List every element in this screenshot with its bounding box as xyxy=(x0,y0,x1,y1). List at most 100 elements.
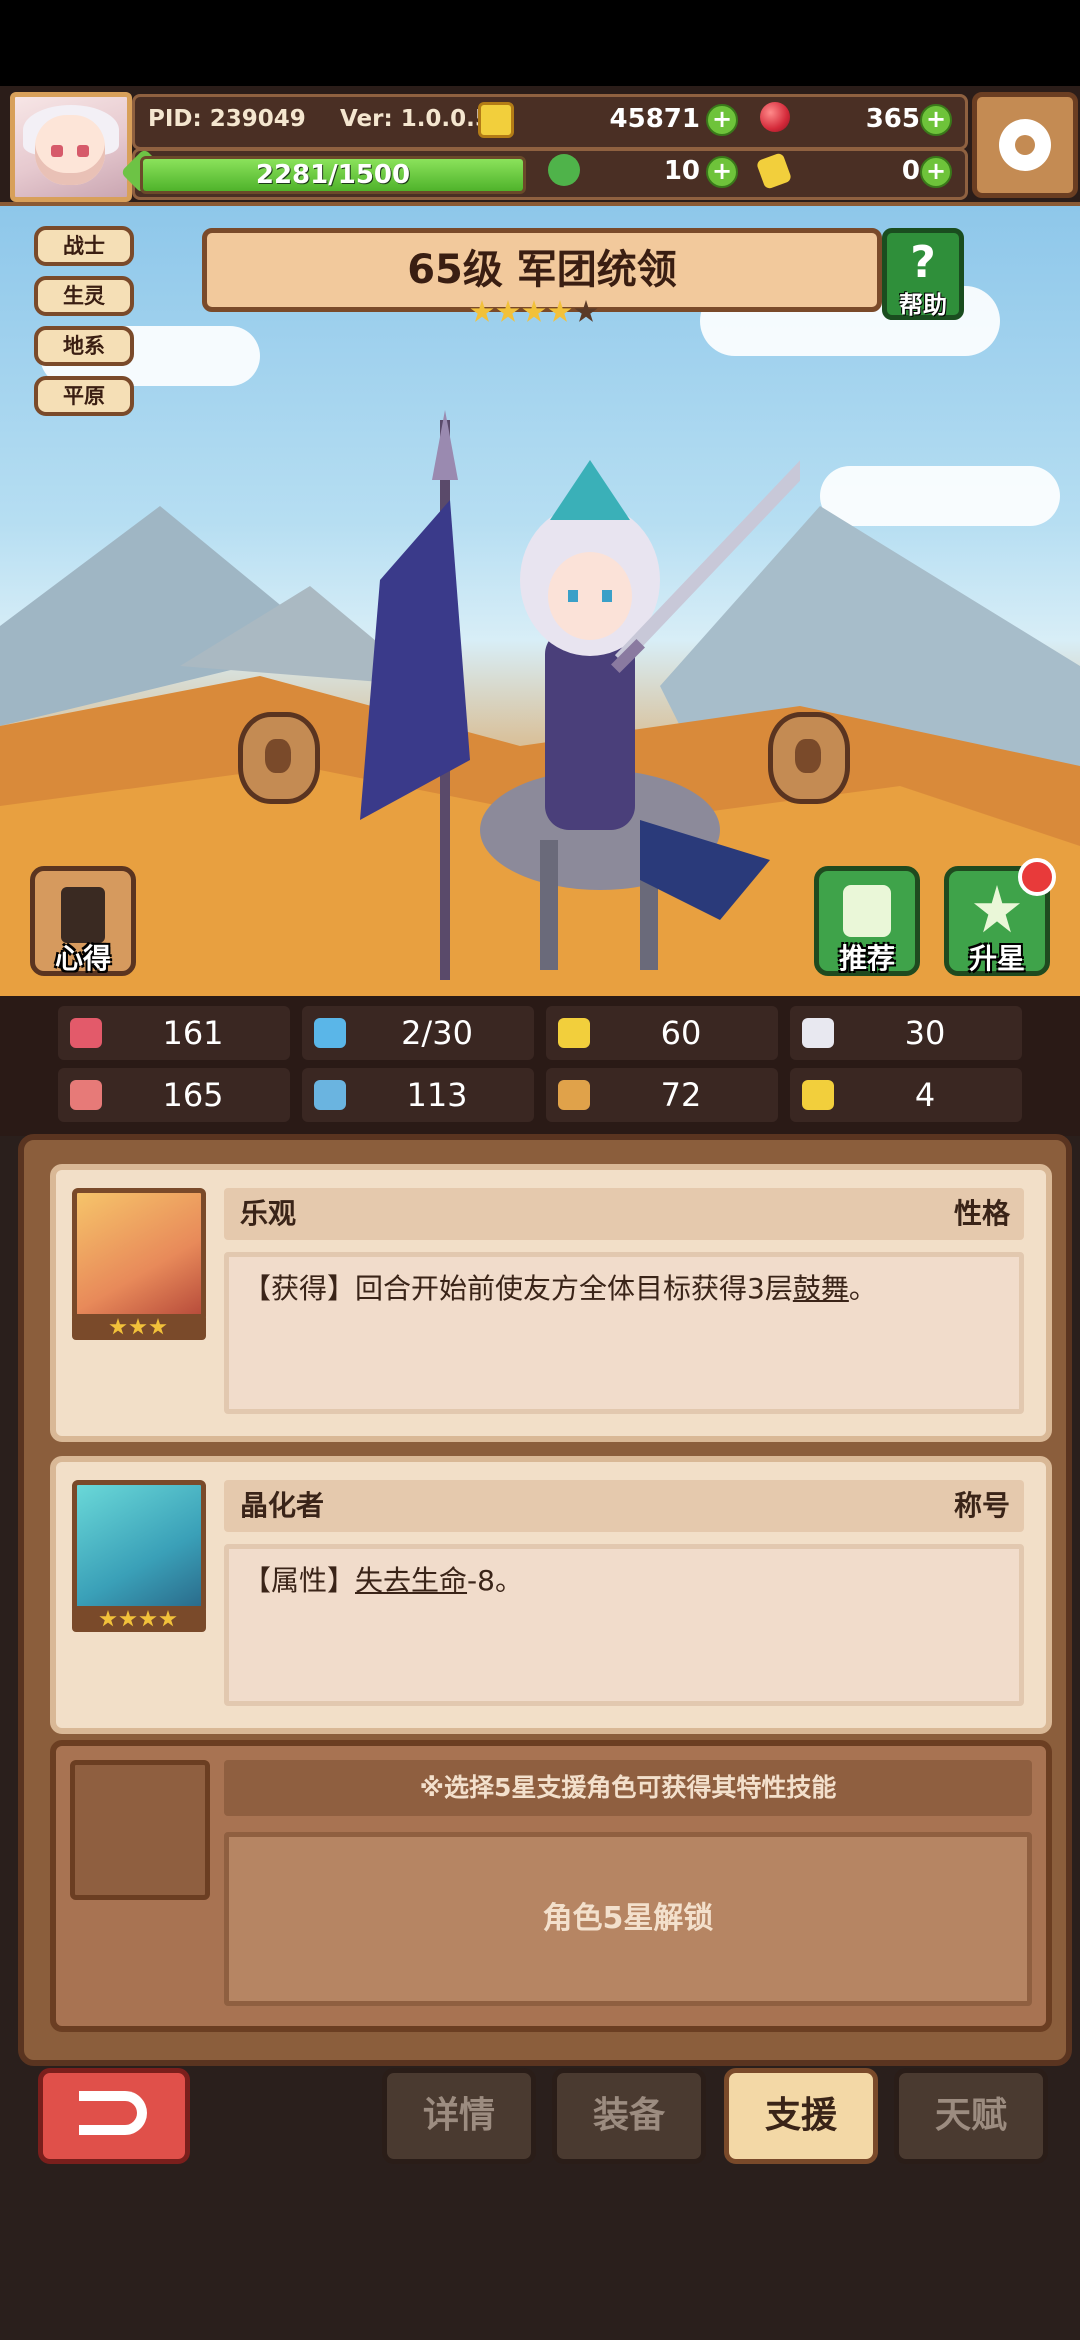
trait-card[interactable]: 乐观 性格 【获得】回合开始前使友方全体目标获得3层鼓舞。 xyxy=(50,1164,1052,1442)
add-ruby-button[interactable]: + xyxy=(920,104,952,136)
stat-value: 60 xyxy=(660,1014,702,1052)
ruby-amount: 365 xyxy=(865,104,920,134)
trait-type: 性格 xyxy=(953,1197,1010,1230)
stats-panel: 161 2/30 60 30 165 113 72 4 xyxy=(0,996,1080,1136)
stat-magic: 113 xyxy=(302,1068,534,1122)
recommend-label: 推荐 xyxy=(838,942,895,975)
banner-icon xyxy=(558,1080,590,1110)
title-name: 晶化者 xyxy=(240,1489,325,1522)
star-icon xyxy=(149,1318,167,1335)
fist-icon xyxy=(70,1080,102,1110)
card-name-bar: 晶化者 称号 xyxy=(224,1480,1024,1532)
stat-energy: 2/30 xyxy=(302,1006,534,1060)
star-icon xyxy=(129,1318,147,1335)
tab-talent[interactable]: 天赋 xyxy=(894,2068,1048,2164)
title-description: 【属性】失去生命-8。 xyxy=(224,1544,1024,1706)
locked-message: 角色5星解锁 xyxy=(224,1832,1032,2006)
card-name-bar: 乐观 性格 xyxy=(224,1188,1024,1240)
notes-button[interactable]: 心得 xyxy=(30,866,136,976)
stat-command: 72 xyxy=(546,1068,778,1122)
tab-equipment[interactable]: 装备 xyxy=(552,2068,706,2164)
support-portrait[interactable] xyxy=(72,1188,206,1322)
horseshoe-icon xyxy=(802,1080,834,1110)
star-icon xyxy=(574,300,598,322)
thumbs-up-icon xyxy=(843,885,891,937)
back-button[interactable] xyxy=(38,2068,190,2164)
stat-value: 72 xyxy=(660,1076,702,1114)
star-icon xyxy=(99,1610,117,1627)
version-label: Ver: 1.0.0.5 xyxy=(340,106,491,132)
add-clover-button[interactable]: + xyxy=(706,156,738,188)
star-up-icon xyxy=(973,885,1021,933)
add-gold-button[interactable]: + xyxy=(706,104,738,136)
stat-luck: 4 xyxy=(790,1068,1022,1122)
coin-icon xyxy=(478,102,514,138)
desc-text: -8。 xyxy=(467,1564,523,1597)
book-icon xyxy=(314,1080,346,1110)
title-type: 称号 xyxy=(953,1489,1010,1522)
stat-value: 161 xyxy=(162,1014,224,1052)
clover-icon xyxy=(548,154,580,186)
star-icon xyxy=(139,1610,157,1627)
star-icon xyxy=(522,300,546,322)
xp-text: 2281/1500 xyxy=(255,160,411,190)
support-portrait[interactable] xyxy=(72,1480,206,1614)
empty-support-slot[interactable] xyxy=(70,1760,210,1900)
desc-text: 。 xyxy=(848,1272,877,1305)
avatar-eye xyxy=(77,145,89,157)
tag-element: 地系 xyxy=(34,326,134,366)
stat-speed: 30 xyxy=(790,1006,1022,1060)
keyword-link[interactable]: 失去生命 xyxy=(355,1564,467,1597)
settings-button[interactable] xyxy=(972,92,1078,198)
gold-amount: 45871 xyxy=(609,104,700,134)
star-icon xyxy=(548,300,572,322)
star-icon xyxy=(470,300,494,322)
tag-race: 生灵 xyxy=(34,276,134,316)
trait-name: 乐观 xyxy=(240,1197,297,1230)
ruby-icon xyxy=(760,102,790,132)
star-icon xyxy=(119,1610,137,1627)
shield-icon xyxy=(558,1018,590,1048)
stat-attack: 165 xyxy=(58,1068,290,1122)
support-panel: 乐观 性格 【获得】回合开始前使友方全体目标获得3层鼓舞。 晶化者 称号 【属性… xyxy=(18,1134,1072,2066)
tab-details[interactable]: 详情 xyxy=(382,2068,536,2164)
tag-terrain: 平原 xyxy=(34,376,134,416)
help-label: 帮助 xyxy=(899,291,947,319)
settings-gear-icon xyxy=(999,119,1051,171)
title-card[interactable]: 晶化者 称号 【属性】失去生命-8。 xyxy=(50,1456,1052,1734)
trait-description: 【获得】回合开始前使友方全体目标获得3层鼓舞。 xyxy=(224,1252,1024,1414)
hero-title: 65级 军团统领 xyxy=(407,247,677,293)
stat-hp: 161 xyxy=(58,1006,290,1060)
avatar-eye xyxy=(51,145,63,157)
help-button[interactable]: ? 帮助 xyxy=(882,228,964,320)
ticket-amount: 0 xyxy=(901,156,920,186)
hero-character-sprite xyxy=(360,410,800,980)
desc-text: 【获得】回合开始前使友方全体目标获得3层 xyxy=(243,1272,793,1305)
recommend-button[interactable]: 推荐 xyxy=(814,866,920,976)
stat-value: 113 xyxy=(406,1076,468,1114)
star-icon xyxy=(109,1318,127,1335)
star-icon xyxy=(159,1610,177,1627)
prev-hero-button[interactable] xyxy=(238,712,320,804)
player-avatar[interactable] xyxy=(10,92,132,202)
support-slot-card[interactable]: ※选择5星支援角色可获得其特性技能 角色5星解锁 xyxy=(50,1740,1052,2032)
wing-icon xyxy=(802,1018,834,1048)
status-bar xyxy=(0,0,1080,86)
tab-support[interactable]: 支援 xyxy=(724,2068,878,2164)
question-icon: ? xyxy=(910,237,936,288)
add-ticket-button[interactable]: + xyxy=(920,156,952,188)
stat-value: 165 xyxy=(162,1076,224,1114)
notes-icon xyxy=(61,887,105,943)
notes-label: 心得 xyxy=(54,942,111,975)
heart-icon xyxy=(70,1018,102,1048)
stat-value: 30 xyxy=(904,1014,946,1052)
hero-star-rating xyxy=(470,300,600,328)
player-id: PID: 239049 xyxy=(148,106,306,132)
stat-value: 4 xyxy=(914,1076,936,1114)
stat-defense: 60 xyxy=(546,1006,778,1060)
star-icon xyxy=(496,300,520,322)
xp-bar: 2281/1500 xyxy=(140,156,526,194)
keyword-link[interactable]: 鼓舞 xyxy=(793,1272,849,1305)
star-up-label: 升星 xyxy=(968,942,1025,975)
notification-dot xyxy=(1018,858,1056,896)
